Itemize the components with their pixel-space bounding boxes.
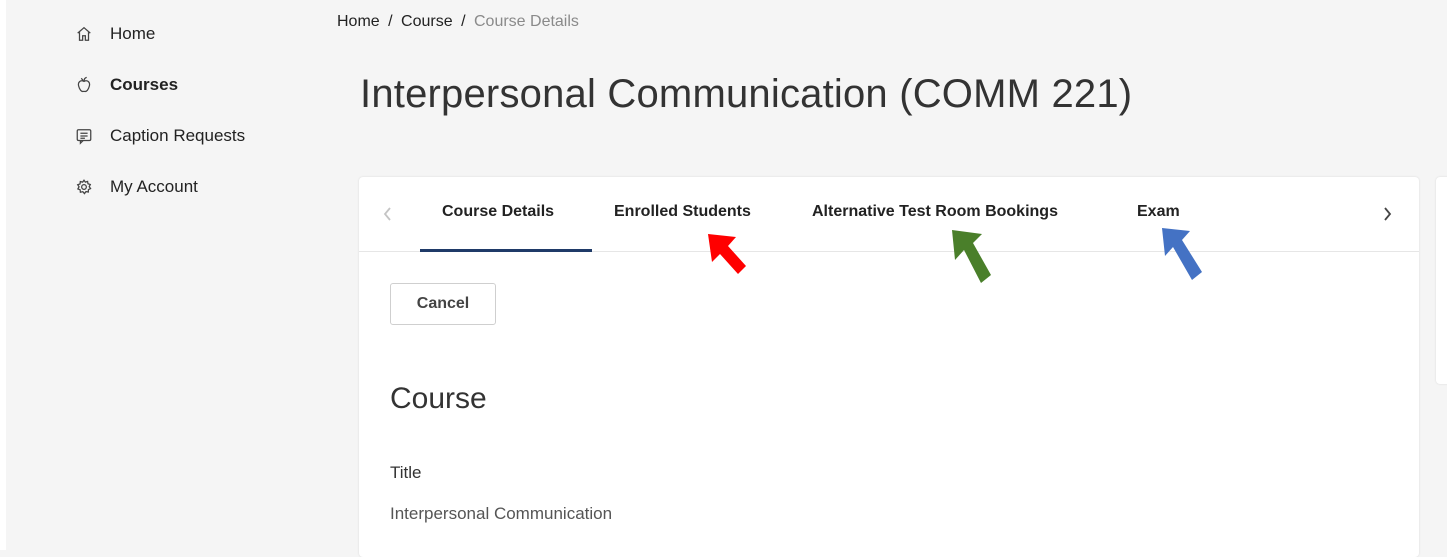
cancel-button[interactable]: Cancel	[390, 283, 496, 325]
side-panel-card	[1436, 177, 1447, 384]
tab-exam[interactable]: Exam	[1137, 203, 1180, 221]
caption-icon	[74, 126, 94, 146]
title-field-label: Title	[390, 463, 422, 482]
tab-enrolled-students[interactable]: Enrolled Students	[614, 203, 751, 221]
red-arrow-shape	[708, 234, 746, 274]
sidebar-item-label: My Account	[110, 177, 198, 196]
chevron-right-icon	[1384, 207, 1392, 221]
tab-scroll-next-button[interactable]	[1376, 201, 1398, 227]
breadcrumb-course-link[interactable]: Course	[401, 13, 453, 30]
sidebar-item-label: Home	[110, 24, 156, 43]
breadcrumb-current: Course Details	[473, 13, 579, 30]
page-title: Interpersonal Communication (COMM 221)	[360, 72, 1133, 116]
title-field-value: Interpersonal Communication	[390, 504, 613, 523]
blue-annotation-arrow	[1160, 226, 1210, 286]
home-icon	[74, 24, 94, 44]
chevron-left-icon	[383, 207, 391, 221]
green-annotation-arrow	[950, 228, 1000, 288]
sidebar-item-my-account[interactable]: My Account	[74, 175, 245, 199]
green-arrow-shape	[952, 230, 991, 283]
breadcrumb-separator: /	[461, 13, 466, 30]
sidebar-item-courses[interactable]: Courses	[74, 73, 245, 97]
breadcrumb-separator: /	[388, 13, 393, 30]
section-title-course: Course	[390, 382, 487, 415]
tab-alternative-test-room-bookings[interactable]: Alternative Test Room Bookings	[812, 203, 1058, 221]
course-details-card: Course Details Enrolled Students Alterna…	[359, 177, 1419, 557]
tab-scroll-prev-button[interactable]	[377, 201, 399, 227]
red-annotation-arrow	[706, 232, 756, 292]
gear-icon	[74, 177, 94, 197]
sidebar: Home Courses Caption Requests My Account	[74, 22, 245, 226]
blue-arrow-shape	[1162, 228, 1202, 280]
sidebar-item-caption-requests[interactable]: Caption Requests	[74, 124, 245, 148]
tab-bar: Course Details Enrolled Students Alterna…	[359, 177, 1419, 252]
sidebar-item-home[interactable]: Home	[74, 22, 245, 46]
left-edge-strip	[0, 0, 6, 550]
breadcrumb: Home / Course / Course Details	[337, 13, 579, 31]
apple-icon	[74, 75, 94, 95]
tab-course-details[interactable]: Course Details	[442, 203, 554, 221]
active-tab-indicator	[420, 249, 592, 252]
sidebar-item-label: Caption Requests	[110, 126, 246, 145]
breadcrumb-home-link[interactable]: Home	[337, 13, 380, 30]
sidebar-item-label: Courses	[110, 75, 179, 94]
